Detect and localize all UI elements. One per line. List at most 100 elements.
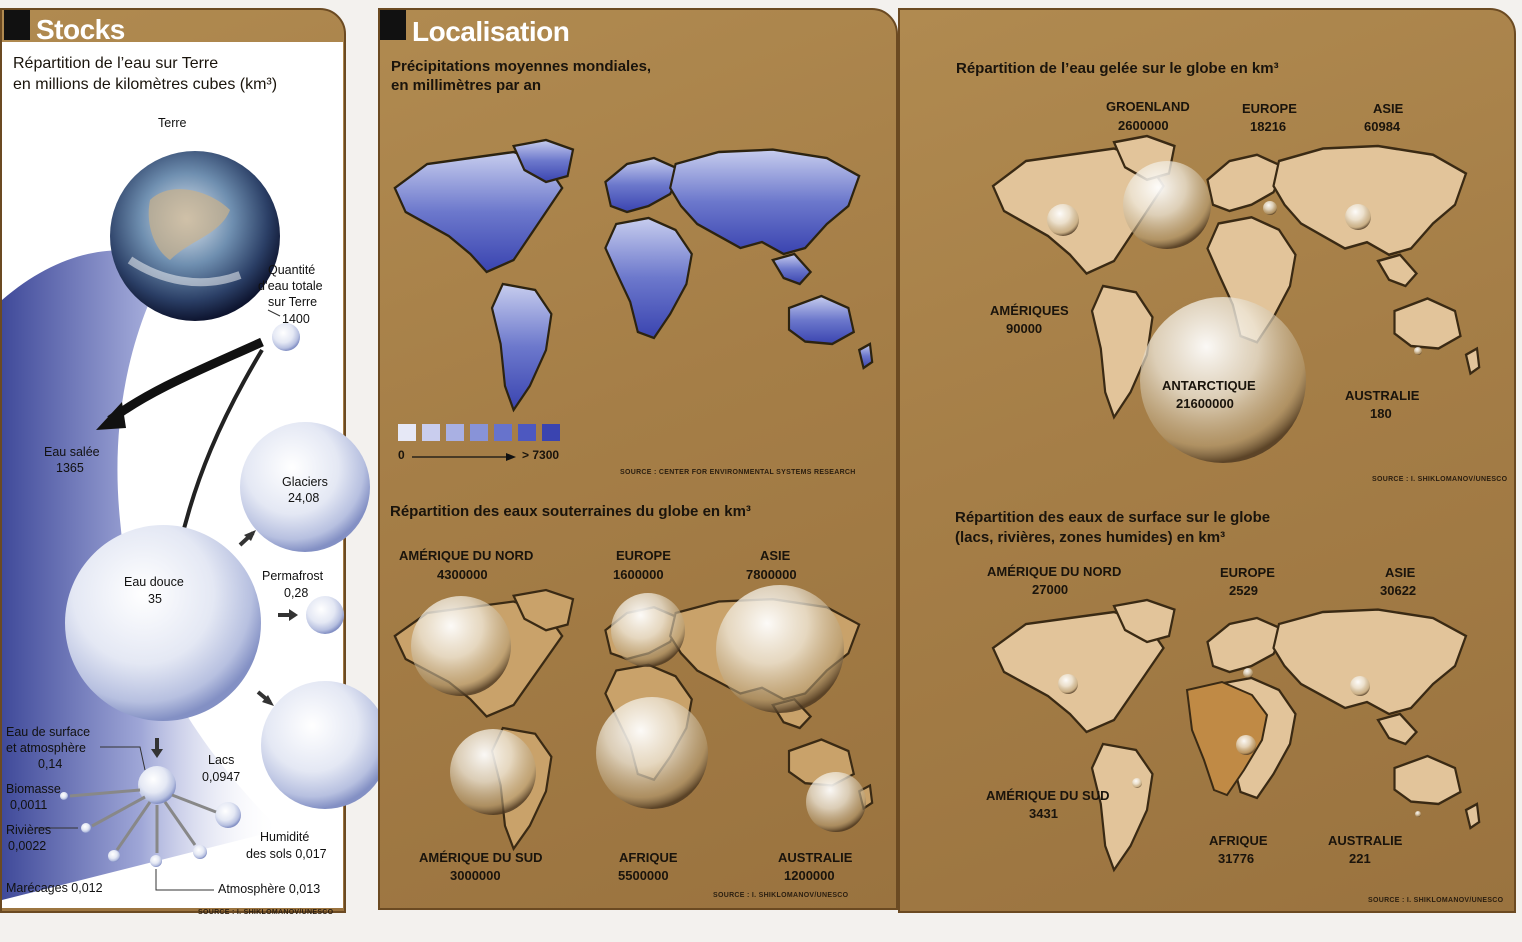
precip-title-line1: Précipitations moyennes mondiales, [391, 58, 652, 75]
groundwater-map [393, 585, 874, 850]
permafrost-label: Permafrost [262, 569, 324, 583]
rivers-label: Rivières [6, 823, 52, 837]
ice-bubble-gr [1123, 161, 1211, 249]
ice-an-value: 21600000 [1176, 396, 1234, 411]
ground-bubble-as [716, 585, 844, 713]
ice-bubble-am [1047, 204, 1079, 236]
surface-label-2: et atmosphère [6, 741, 86, 755]
legend-swatch [422, 424, 440, 441]
bubble-total [272, 323, 300, 351]
lakes-label: Lacs [208, 753, 235, 767]
localisation-header-block [380, 10, 406, 40]
bubble-biomass [60, 792, 68, 800]
ice-as-value: 60984 [1364, 119, 1401, 134]
total-value: 1400 [282, 312, 310, 326]
biomass-value: 0,0011 [10, 798, 48, 812]
surface-bubble-af [1236, 735, 1256, 755]
ground-na-label: AMÉRIQUE DU NORD [399, 548, 534, 563]
surface-source: SOURCE : I. SHIKLOMANOV/UNESCO [1368, 897, 1504, 904]
ground-bubble-au [806, 772, 866, 832]
precip-legend [398, 424, 560, 441]
humidity-value: des sols 0,017 [246, 847, 327, 861]
ice-bubble-au [1414, 347, 1422, 355]
ice-am-label: AMÉRIQUES [990, 303, 1069, 318]
legend-swatch [542, 424, 560, 441]
marshes-label: Marécages 0,012 [6, 881, 103, 895]
ground-sa-value: 3000000 [450, 868, 501, 883]
rivers-value: 0,0022 [8, 839, 47, 853]
total-label-2: d’eau totale [258, 279, 323, 293]
ice-as-label: ASIE [1373, 101, 1404, 116]
glaciers-value: 24,08 [288, 491, 320, 505]
bubble-lakes [215, 802, 241, 828]
ground-bubble-sa [450, 729, 536, 815]
salt-label: Eau salée [44, 445, 100, 459]
surface-au-value: 221 [1349, 851, 1371, 866]
atmosphere-label: Atmosphère 0,013 [218, 882, 321, 896]
ground-au-value: 1200000 [784, 868, 835, 883]
surface-af-label: AFRIQUE [1209, 833, 1268, 848]
surface-sa-value: 3431 [1029, 806, 1058, 821]
legend-min: 0 [398, 448, 405, 462]
ground-au-label: AUSTRALIE [778, 850, 853, 865]
surface-na-value: 27000 [1032, 582, 1069, 597]
ice-bubble-as [1345, 204, 1371, 230]
bubble-marshes [108, 850, 120, 862]
legend-swatch [518, 424, 536, 441]
ice-am-value: 90000 [1006, 321, 1043, 336]
ground-source: SOURCE : I. SHIKLOMANOV/UNESCO [713, 892, 849, 899]
bubble-rivers [81, 823, 91, 833]
legend-swatch [398, 424, 416, 441]
ice-gr-label: GROENLAND [1106, 99, 1190, 114]
surface-eu-value: 2529 [1229, 583, 1258, 598]
earth-label: Terre [158, 116, 187, 130]
fresh-value: 35 [148, 592, 162, 606]
humidity-label: Humidité [260, 830, 310, 844]
bubble-permafrost [306, 596, 344, 634]
ground-af-value: 5500000 [618, 868, 669, 883]
ice-gr-value: 2600000 [1118, 118, 1169, 133]
ice-eu-label: EUROPE [1242, 101, 1297, 116]
ice-title: Répartition de l’eau gelée sur le globe … [956, 60, 1279, 77]
ice-bubble-eu [1263, 201, 1277, 215]
fresh-label: Eau douce [124, 575, 184, 589]
ground-as-value: 7800000 [746, 567, 797, 582]
precip-title-line2: en millimètres par an [391, 77, 542, 94]
surface-as-value: 30622 [1380, 583, 1417, 598]
surface-title-line1: Répartition des eaux de surface sur le g… [955, 509, 1271, 526]
surface-label-1: Eau de surface [6, 725, 91, 739]
surface-title-line2: (lacs, rivières, zones humides) en km³ [955, 529, 1226, 546]
ice-au-value: 180 [1370, 406, 1392, 421]
biomass-label: Biomasse [6, 782, 61, 796]
surface-sa-label: AMÉRIQUE DU SUD [986, 788, 1110, 803]
ground-na-value: 4300000 [437, 567, 488, 582]
total-label-3: sur Terre [268, 295, 318, 309]
ice-an-label: ANTARCTIQUE [1162, 378, 1256, 393]
surface-bubble-na [1058, 674, 1078, 694]
bubble-surface-large [261, 681, 389, 809]
surface-eu-label: EUROPE [1220, 565, 1275, 580]
ice-au-label: AUSTRALIE [1345, 388, 1420, 403]
surface-bubble-sa [1132, 778, 1142, 788]
ground-bubble-eu [611, 593, 685, 667]
legend-swatch [494, 424, 512, 441]
precip-source: SOURCE : CENTER FOR ENVIRONMENTAL SYSTEM… [620, 469, 856, 476]
surface-bubble-eu [1243, 668, 1253, 678]
total-label-1: Quantité [268, 263, 316, 277]
surface-au-label: AUSTRALIE [1328, 833, 1403, 848]
surface-bubble-au [1415, 811, 1421, 817]
surface-as-label: ASIE [1385, 565, 1416, 580]
surface-na-label: AMÉRIQUE DU NORD [987, 564, 1122, 579]
ice-eu-value: 18216 [1250, 119, 1287, 134]
bubble-atmosphere [150, 855, 162, 867]
ground-bubble-na [411, 596, 511, 696]
salt-value: 1365 [56, 461, 84, 475]
ground-bubble-af [596, 697, 708, 809]
ground-eu-value: 1600000 [613, 567, 664, 582]
bubble-fresh [65, 525, 261, 721]
surface-bubble-as [1350, 676, 1370, 696]
precipitation-map [393, 138, 874, 412]
ground-eu-label: EUROPE [616, 548, 671, 563]
permafrost-value: 0,28 [284, 586, 309, 600]
stocks-source: SOURCE : I. SHIKLOMANOV/UNESCO [198, 909, 334, 916]
